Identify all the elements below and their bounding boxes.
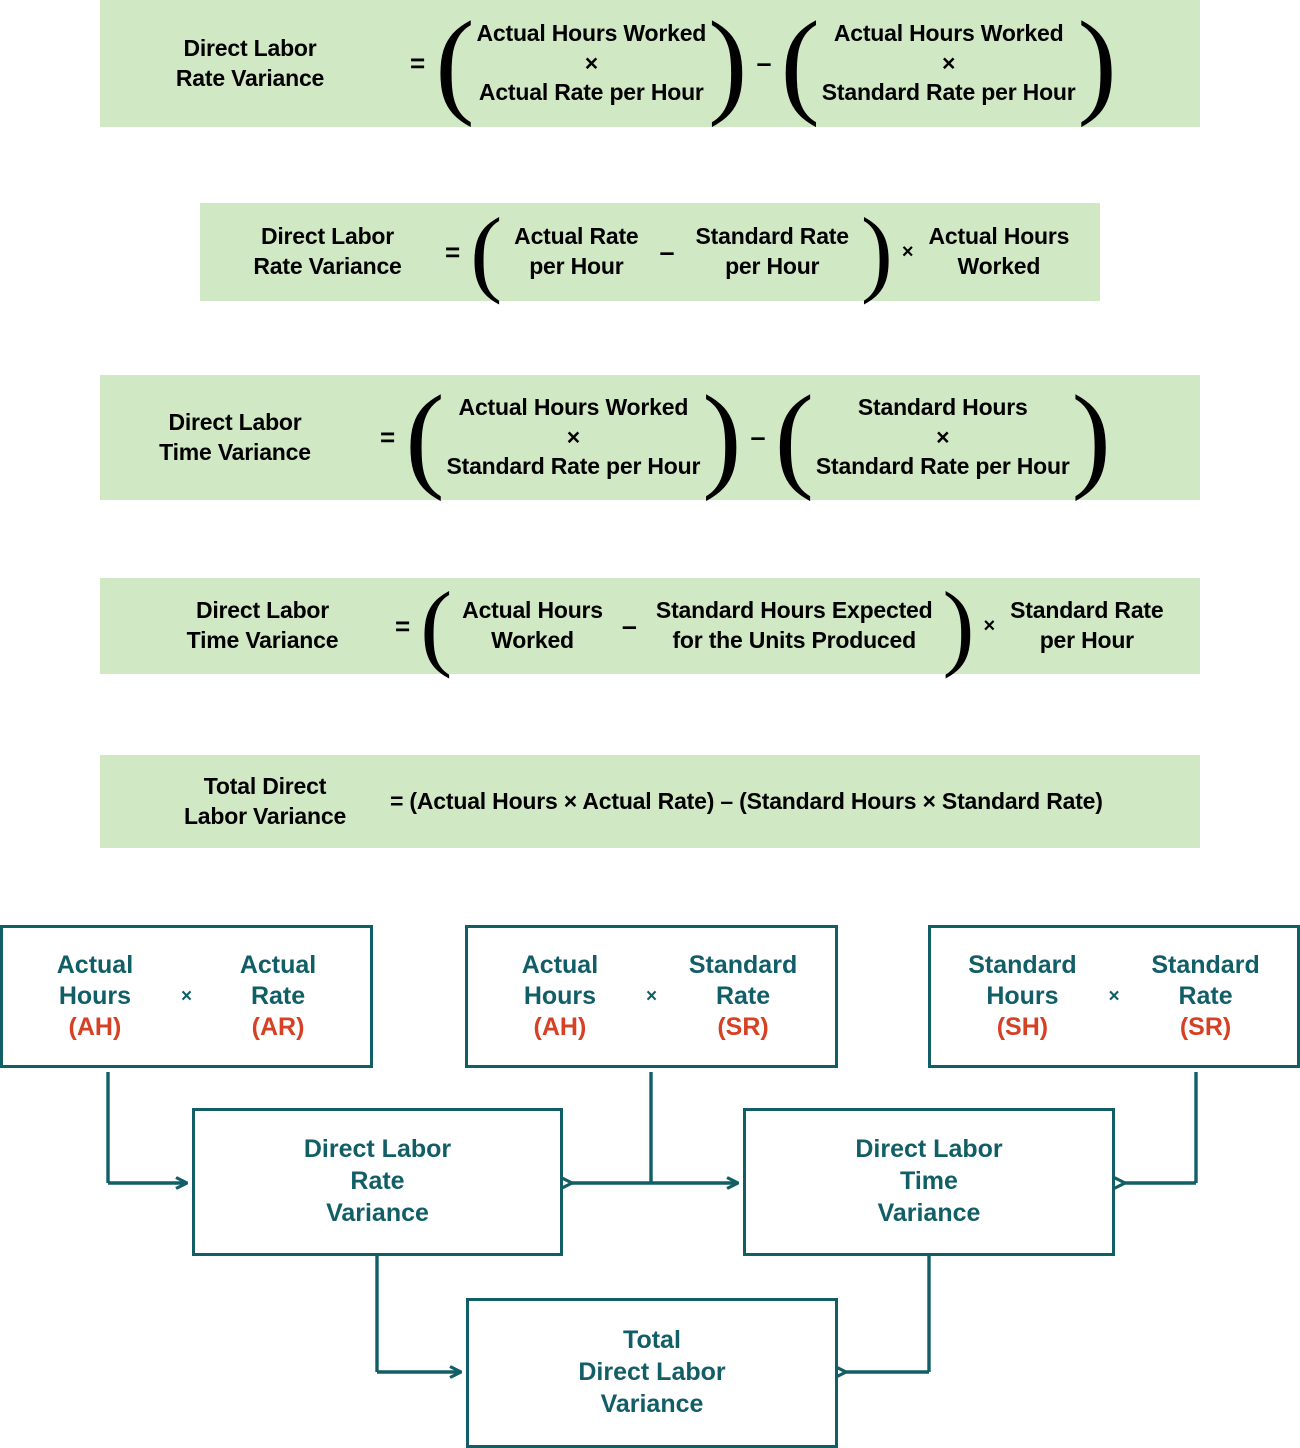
times-operator: × — [983, 614, 996, 637]
formula-multiplier-text: Actual Hours Worked — [928, 223, 1070, 279]
times-operator: × — [901, 240, 914, 263]
term-standard-rate: Standard Rate (SR) — [1146, 919, 1266, 1074]
formula-group-2-text: Actual Hours Worked × Standard Rate per … — [821, 19, 1076, 106]
equals-sign: = — [380, 422, 396, 452]
formula-multiplier-text: Standard Rate per Hour — [1010, 597, 1164, 653]
term-abbreviation: (AH) — [68, 1013, 122, 1041]
term-abbreviation: (SH) — [996, 1013, 1049, 1041]
formula-band-dl-time-variance-factored: Direct Labor Time Variance = ( Actual Ho… — [100, 571, 1200, 679]
equals-sign: = — [445, 236, 461, 267]
right-paren-icon: ) — [1071, 371, 1111, 503]
formula-band-dl-time-variance-expanded: Direct Labor Time Variance = ( Actual Ho… — [100, 375, 1200, 500]
formula-group-1-text: Actual Hours Worked × Standard Rate per … — [446, 393, 701, 480]
right-paren-icon: ) — [702, 371, 742, 503]
box-standard-hours-standard-rate: Standard Hours (SH) × Standard Rate (SR) — [928, 925, 1300, 1068]
term-label: Standard Rate — [1151, 951, 1260, 1010]
formula-group-1: ( Actual Hours Worked – Standard Hours E… — [420, 571, 975, 679]
term-actual-hours: Actual Hours (AH) — [500, 919, 620, 1074]
times-operator: × — [645, 985, 658, 1007]
formula-group-1-text: Actual Rate per Hour — [514, 223, 639, 279]
equals-sign: = — [395, 610, 411, 641]
left-paren-icon: ( — [470, 197, 503, 305]
minus-operator: – — [659, 236, 675, 267]
variance-flow-diagram: Actual Hours (AH) × Actual Rate (AR) Act… — [0, 900, 1300, 1448]
term-abbreviation: (SR) — [1179, 1013, 1232, 1041]
formula-group-1: ( Actual Hours Worked × Actual Rate per … — [435, 0, 748, 129]
minus-operator: – — [621, 610, 637, 641]
formula-lhs: Direct Labor Time Variance — [159, 408, 311, 465]
left-paren-icon: ( — [774, 371, 814, 503]
right-paren-icon: ) — [1077, 0, 1117, 129]
formula-band-dl-rate-variance-factored: Direct Labor Rate Variance = ( Actual Ra… — [200, 203, 1100, 301]
formula-group-1-text: Actual Hours Worked — [462, 597, 603, 653]
formula-expression: = (Actual Hours × Actual Rate) – (Standa… — [390, 788, 1103, 814]
term-abbreviation: (AH) — [533, 1013, 587, 1041]
term-actual-hours: Actual Hours (AH) — [35, 919, 155, 1074]
formula-group-2-text: Standard Hours Expected for the Units Pr… — [655, 597, 933, 653]
term-abbreviation: (SR) — [717, 1013, 769, 1041]
times-operator: × — [180, 985, 193, 1007]
formula-band-total-dl-variance: Total Direct Labor Variance = (Actual Ho… — [100, 755, 1200, 848]
term-label: Actual Hours — [521, 951, 599, 1010]
right-paren-icon: ) — [708, 0, 748, 129]
right-paren-icon: ) — [860, 197, 893, 305]
box-direct-labor-rate-variance: Direct Labor Rate Variance — [192, 1108, 563, 1256]
left-paren-icon: ( — [420, 571, 453, 679]
box-actual-hours-actual-rate: Actual Hours (AH) × Actual Rate (AR) — [0, 925, 373, 1068]
formula-lhs: Direct Labor Rate Variance — [175, 34, 325, 91]
formula-group-1-text: Actual Hours Worked × Actual Rate per Ho… — [476, 19, 707, 106]
formula-group-2: ( Actual Hours Worked × Standard Rate pe… — [780, 0, 1117, 129]
box-direct-labor-time-variance: Direct Labor Time Variance — [743, 1108, 1115, 1256]
term-standard-hours: Standard Hours (SH) — [962, 919, 1082, 1074]
times-operator: × — [1108, 985, 1120, 1007]
formula-lhs: Direct Labor Rate Variance — [253, 223, 402, 279]
formula-band-dl-rate-variance-expanded: Direct Labor Rate Variance = ( Actual Ho… — [100, 0, 1200, 127]
formula-group-2: ( Standard Hours × Standard Rate per Hou… — [774, 371, 1111, 503]
minus-operator: – — [756, 48, 772, 78]
term-abbreviation: (AR) — [251, 1013, 305, 1041]
term-label: Actual Rate — [239, 951, 317, 1010]
left-paren-icon: ( — [405, 371, 445, 503]
term-label: Standard Rate — [688, 951, 798, 1010]
formula-lhs: Direct Labor Time Variance — [186, 597, 339, 653]
right-paren-icon: ) — [942, 571, 975, 679]
minus-operator: – — [750, 422, 766, 452]
term-actual-rate: Actual Rate (AR) — [218, 919, 338, 1074]
term-label: Standard Hours — [968, 951, 1077, 1010]
left-paren-icon: ( — [435, 0, 475, 129]
left-paren-icon: ( — [780, 0, 820, 129]
formula-group-2-text: Standard Hours × Standard Rate per Hour — [815, 393, 1070, 480]
term-standard-rate: Standard Rate (SR) — [683, 919, 803, 1074]
formula-group-2-text: Standard Rate per Hour — [695, 223, 850, 279]
box-actual-hours-standard-rate: Actual Hours (AH) × Standard Rate (SR) — [465, 925, 838, 1068]
term-label: Actual Hours — [56, 951, 134, 1010]
formula-lhs: Total Direct Labor Variance — [183, 772, 347, 829]
equals-sign: = — [410, 48, 426, 78]
box-total-direct-labor-variance: Total Direct Labor Variance — [466, 1298, 838, 1448]
formula-group-1: ( Actual Hours Worked × Standard Rate pe… — [405, 371, 742, 503]
formula-group-1: ( Actual Rate per Hour – Standard Rate p… — [470, 197, 893, 305]
